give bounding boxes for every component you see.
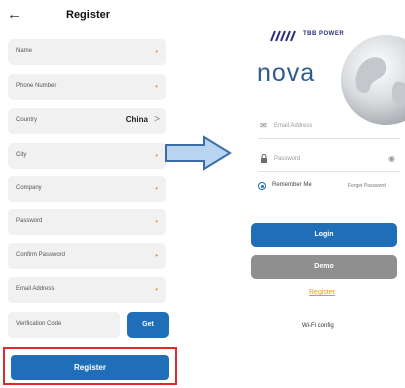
forget-password-link[interactable]: Forget Password [348,183,386,189]
remember-me-label: Remember Me [272,182,312,188]
field-label: Password [16,218,43,224]
eye-icon[interactable]: ◉ [388,154,395,163]
email-placeholder: Email Address [274,123,313,129]
required-dot: • [155,82,158,91]
get-code-button[interactable]: Get [127,312,169,338]
country-value: China [125,115,148,124]
required-dot: • [155,151,158,160]
password-field[interactable]: Password • [8,209,166,235]
field-label: Verification Code [16,321,62,327]
phone-number-field[interactable]: Phone Number • [8,74,166,100]
globe-image [341,35,405,125]
chevron-right-icon: > [154,114,160,125]
confirm-password-field[interactable]: Confirm Password • [8,243,166,269]
demo-button[interactable]: Demo [251,255,397,279]
verification-code-field[interactable]: Verification Code [8,312,120,338]
password-placeholder: Password [274,156,301,162]
envelope-icon: ✉ [260,121,267,130]
required-dot: • [155,184,158,193]
password-input[interactable]: Password ◉ [258,151,400,172]
email-field[interactable]: Email Address • [8,277,166,303]
register-link[interactable]: Register [309,289,335,296]
back-arrow-icon[interactable]: ← [7,7,22,22]
app-name: nova [257,59,316,87]
field-label: Company [16,185,42,191]
required-dot: • [155,285,158,294]
field-label: Name [16,48,33,54]
login-button[interactable]: Login [251,223,397,247]
brand-logo-icon [270,30,296,42]
country-select[interactable]: Country China > [8,108,166,134]
name-field[interactable]: Name • [8,39,166,65]
page-title: Register [66,9,111,21]
email-input[interactable]: ✉ Email Address [258,118,400,139]
required-dot: • [155,217,158,226]
lock-icon [260,154,268,165]
required-dot: • [155,251,158,260]
wifi-config-link[interactable]: Wi-Fi config [302,323,334,329]
field-label: Country [16,117,38,123]
register-button[interactable]: Register [11,355,169,380]
required-dot: • [155,47,158,56]
field-label: City [16,152,27,158]
field-label: Confirm Password [16,252,66,258]
field-label: Email Address [16,286,55,292]
remember-me-radio[interactable] [258,182,266,190]
company-field[interactable]: Company • [8,176,166,202]
field-label: Phone Number [16,83,57,89]
right-arrow-icon [165,135,232,171]
city-field[interactable]: City • [8,143,166,169]
